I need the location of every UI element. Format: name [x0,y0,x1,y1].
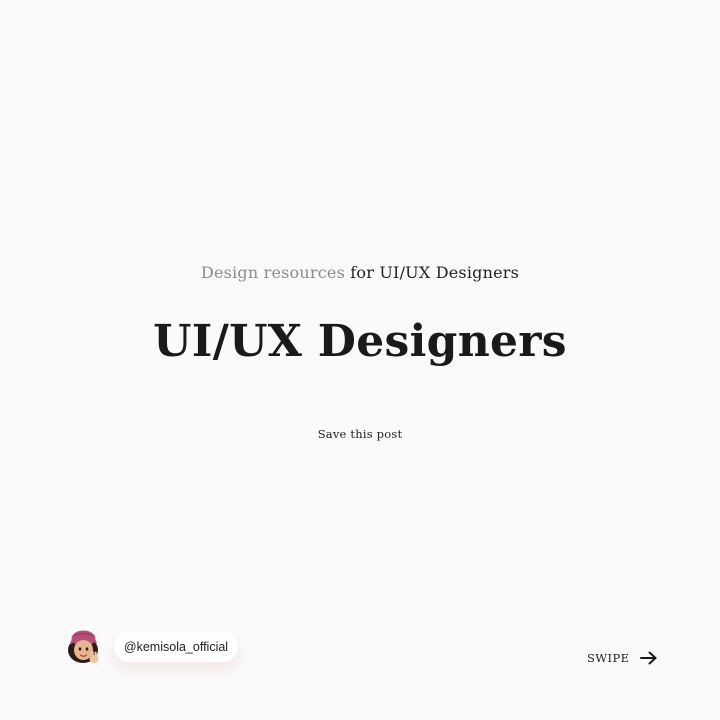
save-post-text: Save this post [317,427,403,441]
avatar [64,626,104,666]
handle-badge[interactable]: @kemisola_official [114,632,238,662]
subtitle-muted: Design resources [200,263,345,282]
swipe-label: SWIPE [587,651,630,665]
swipe-button[interactable]: SWIPE [587,647,658,669]
subtitle-dark: for UI/UX Designers [350,263,520,282]
subtitle: Design resources for UI/UX Designers [0,262,720,284]
arrow-right-icon [640,651,657,665]
page-title: UI/UX Designers [153,316,567,367]
avatar-memoji-icon [68,630,99,663]
